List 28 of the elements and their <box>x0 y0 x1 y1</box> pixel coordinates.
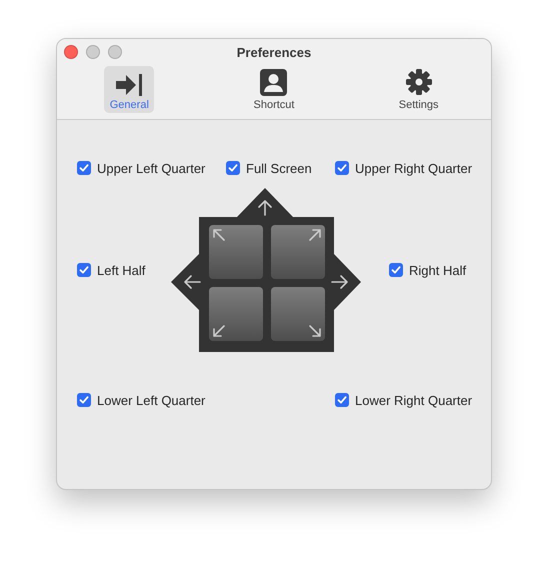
checkbox[interactable] <box>335 161 349 175</box>
right-arrow-icon[interactable] <box>331 275 348 289</box>
checkbox[interactable] <box>226 161 240 175</box>
close-button[interactable] <box>64 45 78 59</box>
toolbar-tab[interactable]: Shortcut <box>248 66 299 113</box>
left-arrow-icon[interactable] <box>184 275 201 289</box>
checkbox-option[interactable]: Full Screen <box>226 160 335 176</box>
upper-left-tile[interactable] <box>209 225 263 279</box>
checkbox[interactable] <box>335 393 349 407</box>
checkbox-option[interactable]: Left Half <box>77 262 171 278</box>
up-arrow-icon[interactable] <box>258 200 272 216</box>
checkbox-option[interactable]: Upper Left Quarter <box>77 160 226 176</box>
arrow-to-bar-icon <box>115 74 144 96</box>
person-icon <box>260 69 288 96</box>
checkbox[interactable] <box>77 161 91 175</box>
checkbox[interactable] <box>389 263 403 277</box>
checkbox-option[interactable]: Lower Left Quarter <box>77 392 335 408</box>
checkbox-option[interactable]: Right Half <box>389 262 491 278</box>
settings-icon <box>404 68 433 96</box>
checkbox[interactable] <box>77 263 91 277</box>
upper-right-tile[interactable] <box>271 225 325 279</box>
window-title: Preferences <box>236 44 312 60</box>
lower-left-tile[interactable] <box>209 287 263 341</box>
checkbox-option[interactable]: Lower Right Quarter <box>335 392 491 408</box>
toolbar-tab[interactable]: Settings <box>394 66 444 113</box>
lower-right-tile[interactable] <box>271 287 325 341</box>
checkbox[interactable] <box>77 393 91 407</box>
checkbox-option[interactable]: Upper Right Quarter <box>335 160 491 176</box>
